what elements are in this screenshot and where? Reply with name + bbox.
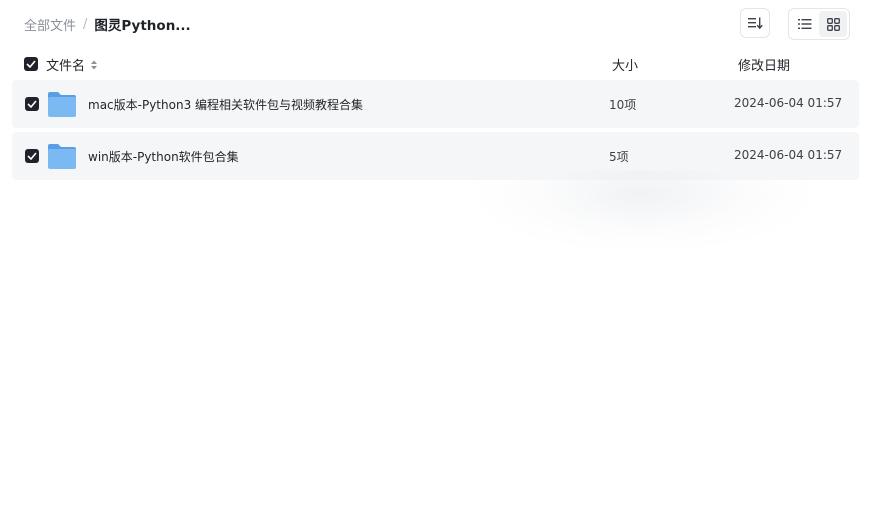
column-size-header[interactable]: 大小 <box>612 55 638 74</box>
modified-date: 2024-06-04 01:57 <box>734 96 843 110</box>
folder-icon <box>48 92 76 117</box>
column-name-label: 文件名 <box>46 59 86 74</box>
sort-icon <box>748 17 763 30</box>
list-view-button[interactable] <box>791 11 819 37</box>
row-checkbox[interactable] <box>25 97 39 111</box>
view-toggle <box>788 8 850 40</box>
row-checkbox[interactable] <box>25 149 39 163</box>
file-name[interactable]: mac版本-Python3 编程相关软件包与视频教程合集 <box>88 96 363 113</box>
sort-button[interactable] <box>740 8 770 38</box>
modified-date: 2024-06-04 01:57 <box>734 148 843 162</box>
table-row[interactable]: win版本-Python软件包合集 5项 2024-06-04 01:57 <box>12 132 859 180</box>
grid-view-button[interactable] <box>819 11 847 37</box>
screen-glare <box>478 170 808 250</box>
check-icon <box>27 100 37 108</box>
breadcrumb: 全部文件 / 图灵Python... <box>24 14 191 35</box>
breadcrumb-separator: / <box>83 16 88 32</box>
select-all-checkbox[interactable] <box>24 57 38 71</box>
list-view-icon <box>798 19 812 29</box>
file-name[interactable]: win版本-Python软件包合集 <box>88 148 239 165</box>
breadcrumb-current: 图灵Python... <box>94 18 191 34</box>
folder-icon <box>48 144 76 169</box>
item-count: 10项 <box>609 98 637 112</box>
table-row[interactable]: mac版本-Python3 编程相关软件包与视频教程合集 10项 2024-06… <box>12 80 859 128</box>
sort-toggle-icon <box>91 60 98 69</box>
column-date-header[interactable]: 修改日期 <box>738 55 790 74</box>
item-count: 5项 <box>609 150 629 164</box>
check-icon <box>26 60 36 68</box>
file-browser: 全部文件 / 图灵Python... 文件名 大小 修改日期 mac版本-Pyt… <box>0 0 874 514</box>
breadcrumb-root-link[interactable]: 全部文件 <box>24 15 76 34</box>
grid-view-icon <box>826 17 840 31</box>
column-name-header[interactable]: 文件名 <box>46 55 99 74</box>
check-icon <box>27 152 37 160</box>
table-header: 文件名 大小 修改日期 <box>0 52 874 76</box>
